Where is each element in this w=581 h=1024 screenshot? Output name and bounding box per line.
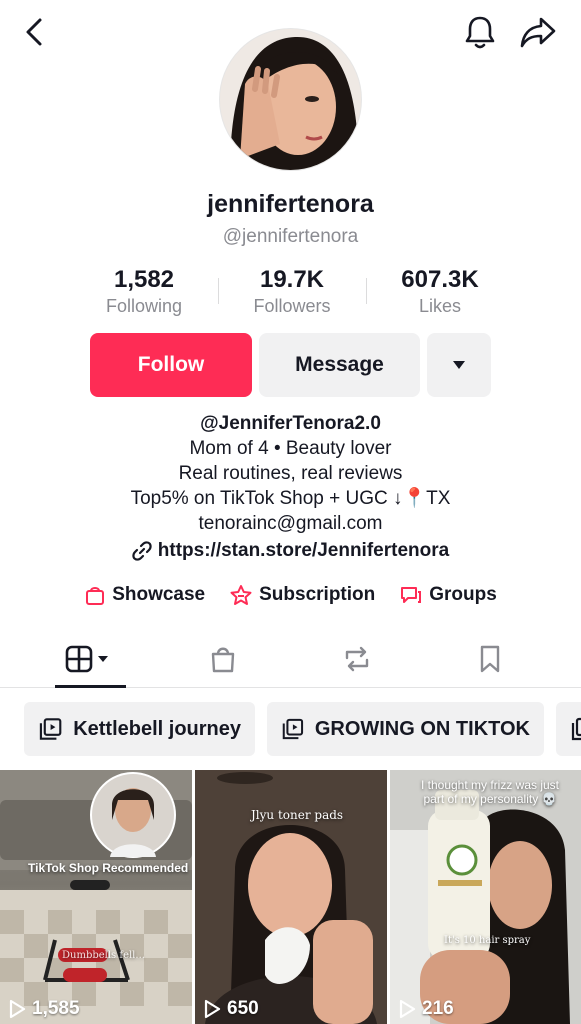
video-grid: TikTok Shop Recommended Dumbbells fell..… bbox=[0, 770, 581, 1024]
stat-value: 1,582 bbox=[113, 266, 175, 293]
follow-button[interactable]: Follow bbox=[90, 333, 252, 397]
playlist-icon bbox=[571, 717, 581, 741]
play-icon bbox=[399, 999, 416, 1019]
stat-likes[interactable]: 607.3K Likes bbox=[366, 266, 514, 322]
stat-followers[interactable]: 19.7K Followers bbox=[218, 266, 366, 322]
bio: @JenniferTenora2.0 Mom of 4 • Beauty lov… bbox=[0, 411, 581, 536]
content-tabs bbox=[0, 630, 581, 688]
view-count-value: 1,585 bbox=[32, 998, 80, 1019]
playlist-icon bbox=[39, 718, 62, 740]
bio-line[interactable]: @JenniferTenora2.0 bbox=[0, 411, 581, 436]
stat-following[interactable]: 1,582 Following bbox=[70, 266, 218, 322]
video-thumbnail-image bbox=[390, 770, 581, 1024]
playlist-label: Kettlebell journey bbox=[73, 717, 241, 740]
message-button[interactable]: Message bbox=[259, 333, 420, 397]
view-count-value: 216 bbox=[422, 998, 454, 1019]
tab-reposts[interactable] bbox=[322, 636, 392, 682]
shopping-bag-icon bbox=[211, 647, 235, 673]
bio-link[interactable]: https://stan.store/Jennifertenora bbox=[0, 540, 581, 562]
avatar[interactable] bbox=[219, 28, 362, 171]
grid-icon bbox=[65, 645, 108, 673]
stat-label: Likes bbox=[418, 296, 462, 316]
video-overlay-text: Jlyu toner pads bbox=[251, 808, 344, 822]
view-count: 650 bbox=[203, 998, 259, 1020]
tab-videos[interactable] bbox=[55, 636, 125, 682]
view-count: 216 bbox=[398, 998, 454, 1020]
playlist-icon bbox=[282, 718, 304, 740]
subscription-label: Subscription bbox=[259, 584, 376, 605]
bookmark-icon bbox=[480, 645, 500, 673]
star-badge-icon bbox=[230, 585, 252, 605]
groups-label: Groups bbox=[429, 584, 497, 605]
video-overlay-text: I thought my frizz was just part of my p… bbox=[420, 778, 560, 806]
stat-label: Following bbox=[105, 296, 183, 316]
bio-line: Mom of 4 • Beauty lover bbox=[189, 438, 392, 459]
showcase-link[interactable]: Showcase bbox=[84, 584, 205, 606]
stat-value: 607.3K bbox=[401, 266, 479, 293]
video-thumbnail[interactable]: Jlyu toner pads 650 bbox=[195, 770, 387, 1024]
bio-line: Real routines, real reviews bbox=[178, 463, 403, 484]
link-icon bbox=[132, 541, 152, 561]
more-options-button[interactable] bbox=[427, 333, 491, 397]
share-icon[interactable] bbox=[518, 12, 558, 52]
video-overlay-text: Dumbbells fell... bbox=[62, 950, 145, 961]
play-icon bbox=[9, 999, 26, 1019]
view-count: 1,585 bbox=[8, 998, 80, 1020]
groups-link[interactable]: Groups bbox=[399, 584, 497, 606]
username-handle: @jennifertenora bbox=[222, 226, 359, 247]
back-icon[interactable] bbox=[14, 12, 54, 52]
bio-line: tenorainc@gmail.com bbox=[198, 513, 383, 534]
video-caption: TikTok Shop Recommended bbox=[28, 861, 189, 875]
profile-stats: 1,582 Following 19.7K Followers 607.3K L… bbox=[70, 266, 514, 322]
video-thumbnail[interactable]: I thought my frizz was just part of my p… bbox=[390, 770, 581, 1024]
display-name: jennifertenora bbox=[207, 190, 374, 218]
caret-down-icon bbox=[453, 361, 465, 369]
tab-shop[interactable] bbox=[188, 636, 258, 682]
showcase-label: Showcase bbox=[112, 584, 206, 605]
playlist-label: GROWING ON TIKTOK bbox=[314, 717, 530, 740]
subscription-link[interactable]: Subscription bbox=[229, 584, 375, 606]
profile-features: Showcase Subscription Groups bbox=[0, 584, 581, 606]
stat-label: Followers bbox=[253, 296, 331, 316]
play-icon bbox=[204, 999, 221, 1019]
shopping-bag-icon bbox=[86, 587, 105, 605]
stat-value: 19.7K bbox=[259, 266, 325, 293]
video-thumbnail-image bbox=[0, 770, 192, 1024]
playlist-chip[interactable] bbox=[556, 702, 581, 756]
bio-link-text[interactable]: https://stan.store/Jennifertenora bbox=[158, 540, 449, 562]
playlist-chip[interactable]: GROWING ON TIKTOK bbox=[267, 702, 544, 756]
bell-icon[interactable] bbox=[460, 12, 500, 52]
bio-line: Top5% on TikTok Shop + UGC ↓📍TX bbox=[130, 488, 451, 509]
view-count-value: 650 bbox=[227, 998, 259, 1019]
playlist-chips: Kettlebell journey GROWING ON TIKTOK bbox=[0, 702, 581, 756]
active-tab-indicator bbox=[55, 685, 126, 688]
video-thumbnail[interactable]: TikTok Shop Recommended Dumbbells fell..… bbox=[0, 770, 192, 1024]
tab-saved[interactable] bbox=[455, 636, 525, 682]
playlist-chip[interactable]: Kettlebell journey bbox=[24, 702, 255, 756]
chat-bubbles-icon bbox=[401, 587, 422, 603]
video-overlay-text: It's 10 hair spray bbox=[444, 935, 531, 946]
repost-icon bbox=[345, 646, 369, 672]
